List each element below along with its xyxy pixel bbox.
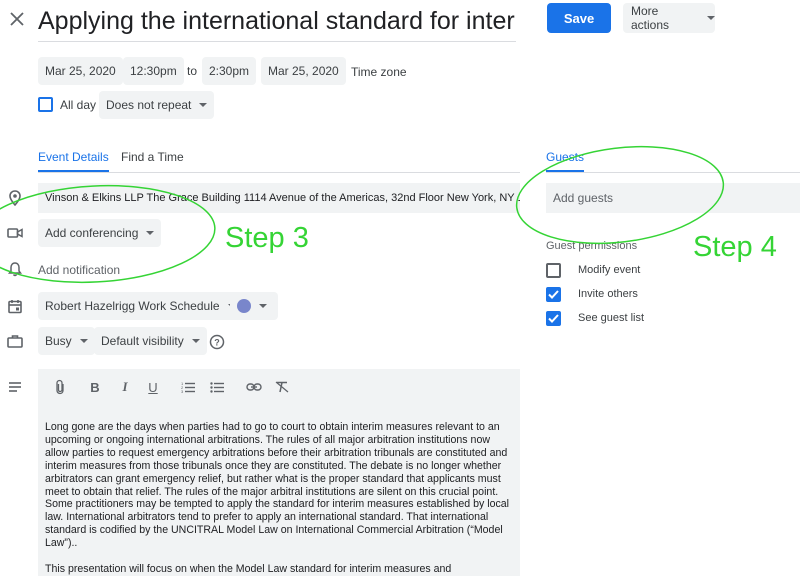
step4-annotation: Step 4 [693,231,777,263]
step3-annotation: Step 3 [225,222,309,254]
annotation-overlay [0,145,725,284]
step3-highlight-ellipse [0,184,216,284]
